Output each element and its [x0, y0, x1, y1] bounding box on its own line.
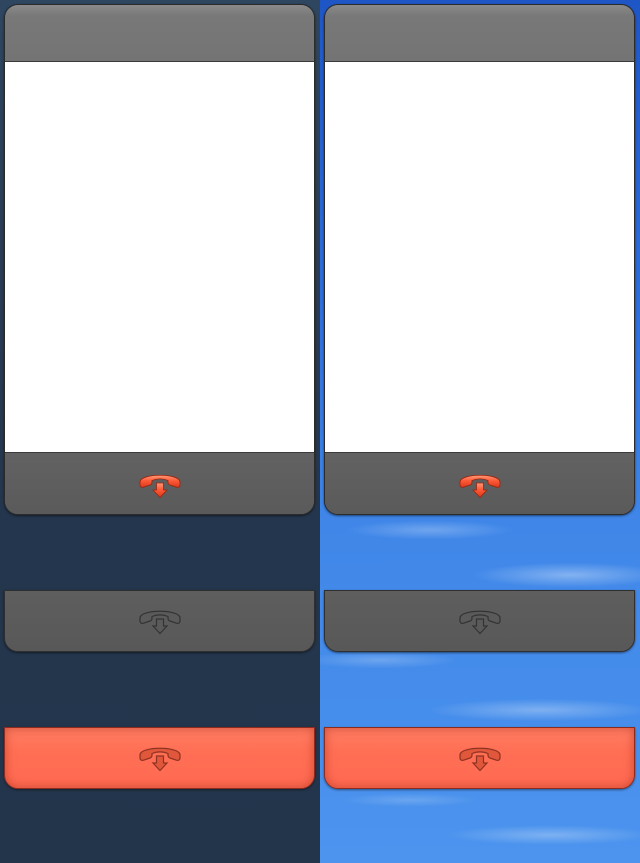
hangup-phone-icon — [457, 741, 503, 775]
hangup-button-pressed[interactable] — [4, 727, 315, 789]
call-window-right — [324, 4, 635, 515]
hangup-phone-icon — [457, 604, 503, 638]
hangup-phone-icon — [137, 468, 183, 502]
call-window-left — [4, 4, 315, 515]
call-content-area — [5, 62, 314, 453]
hangup-button-disabled[interactable] — [4, 590, 315, 652]
call-titlebar — [325, 5, 634, 62]
stage — [0, 0, 640, 863]
hangup-button-pressed[interactable] — [324, 727, 635, 789]
hangup-button[interactable] — [325, 453, 634, 514]
call-content-area — [325, 62, 634, 453]
hangup-button[interactable] — [5, 453, 314, 514]
hangup-phone-icon — [137, 741, 183, 775]
hangup-phone-icon — [137, 604, 183, 638]
call-titlebar — [5, 5, 314, 62]
hangup-phone-icon — [457, 468, 503, 502]
hangup-button-disabled[interactable] — [324, 590, 635, 652]
